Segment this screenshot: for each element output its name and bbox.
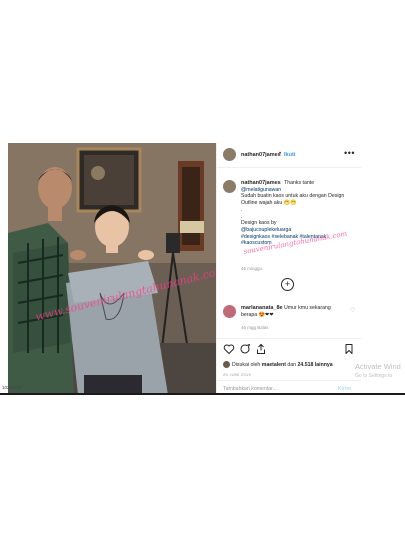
instagram-post: www.souvenirulangtahunanak.com nathan07j…: [8, 143, 361, 395]
post-date: 25 JUNI 2019: [223, 372, 252, 377]
follow-button[interactable]: Ikuti: [284, 152, 295, 158]
post-side-panel: nathan07james • Ikuti ••• nathan07james …: [216, 143, 361, 395]
share-icon[interactable]: [255, 343, 267, 355]
caption-line-4: .: [241, 213, 243, 220]
taskbar-strip: [0, 393, 405, 395]
liker-avatar[interactable]: [223, 361, 230, 368]
bookmark-icon[interactable]: [343, 343, 355, 355]
caption-avatar[interactable]: [223, 180, 236, 193]
windows-activation-title: Activate Wind: [355, 362, 401, 371]
avatar[interactable]: [223, 148, 236, 161]
likes-middle: dan: [287, 361, 297, 368]
commenter-username[interactable]: marlananata_8e: [241, 305, 283, 311]
comment-text: marlananata_8e Umur kmu sekarang berapa …: [241, 305, 341, 318]
post-photo[interactable]: www.souvenirulangtahunanak.com: [8, 143, 216, 395]
caption-line-2: Sudah buatin kaos untuk aku dengan Desig…: [241, 193, 345, 207]
comment-meta[interactable]: 46 mgg Balas: [241, 325, 269, 330]
likes-summary: Disukai oleh maetalent dan 24.518 lainny…: [223, 361, 333, 368]
likes-count[interactable]: 24.518 lainnya: [298, 362, 333, 368]
separator-dot: •: [279, 151, 282, 157]
post-header: nathan07james • Ikuti •••: [217, 143, 361, 168]
windows-activation-subtitle[interactable]: Go to Settings to: [355, 373, 392, 379]
likes-prefix: Disukai oleh: [232, 361, 261, 368]
more-options-icon[interactable]: •••: [344, 148, 355, 158]
caption-line-1: Thanks tante: [284, 180, 315, 186]
commenter-avatar[interactable]: [223, 305, 236, 318]
comments-list[interactable]: nathan07james Thanks tante @melatigunawa…: [217, 168, 361, 338]
heart-icon[interactable]: [223, 343, 235, 355]
load-more-comments-icon[interactable]: +: [281, 278, 294, 291]
caption-username[interactable]: nathan07james: [241, 180, 281, 186]
caption-line-3: .: [241, 206, 243, 213]
status-bar: 1024x768 ^: [0, 384, 405, 395]
liker-username[interactable]: maetalent: [262, 362, 286, 368]
caption-line-5: Design kaos by: [241, 220, 277, 227]
caption-timestamp: 46 minggu: [241, 266, 263, 271]
post-username[interactable]: nathan07james: [241, 152, 281, 158]
post-photo-illustration: [8, 143, 216, 395]
caption-mention-1[interactable]: @melatigunawan: [241, 187, 281, 193]
resolution-tag: 1024x768 ^: [2, 385, 26, 390]
comment-like-icon[interactable]: ♡: [350, 307, 355, 314]
comment-icon[interactable]: [239, 343, 251, 355]
caption-mention-2[interactable]: @bajucouplekeluarga: [241, 227, 291, 233]
